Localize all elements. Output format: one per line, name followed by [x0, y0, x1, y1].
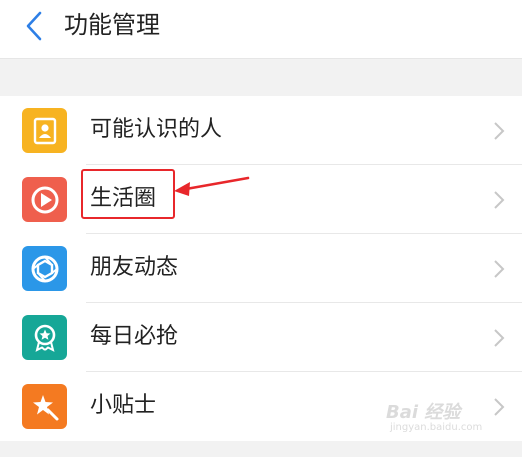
back-arrow-icon [26, 11, 42, 41]
list-item-label: 生活圈 [90, 186, 157, 211]
list-item-label: 朋友动态 [90, 255, 179, 280]
page-title: 功能管理 [64, 11, 160, 39]
aperture-icon [22, 246, 67, 291]
list-item-friend-feed[interactable]: 朋友动态 [0, 234, 522, 303]
feature-list: 可能认识的人 生活圈 朋友动态 每日必抢 小贴士 [0, 96, 522, 441]
list-item-daily-deals[interactable]: 每日必抢 [0, 303, 522, 372]
chevron-right-icon [494, 329, 505, 347]
chevron-right-icon [494, 398, 505, 416]
chevron-right-icon [494, 191, 505, 209]
header-bar: 功能管理 [0, 0, 522, 59]
contacts-icon [22, 108, 67, 153]
badge-star-icon [22, 315, 67, 360]
magic-star-icon [22, 384, 67, 429]
list-item-life-circle[interactable]: 生活圈 [0, 165, 522, 234]
list-item-label: 可能认识的人 [90, 117, 223, 142]
list-item-label: 小贴士 [90, 393, 157, 418]
list-item-tips[interactable]: 小贴士 [0, 372, 522, 441]
chevron-right-icon [494, 122, 505, 140]
list-item-people-you-may-know[interactable]: 可能认识的人 [0, 96, 522, 165]
chevron-right-icon [494, 260, 505, 278]
list-item-label: 每日必抢 [90, 324, 179, 349]
play-circle-icon [22, 177, 67, 222]
back-button[interactable] [14, 6, 54, 46]
